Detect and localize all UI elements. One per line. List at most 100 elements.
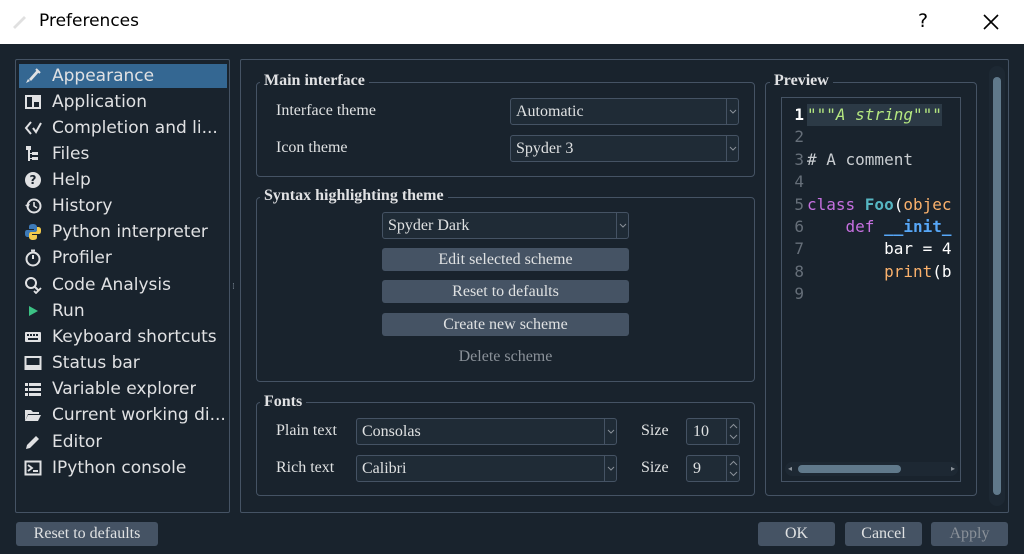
- reset-to-defaults-button[interactable]: Reset to defaults: [16, 522, 158, 546]
- code-text: class Foo(objec: [807, 194, 952, 216]
- stopwatch-icon: [23, 248, 43, 268]
- spin-arrows-icon[interactable]: [726, 419, 739, 444]
- completion-icon: [23, 118, 43, 138]
- icon-theme-label: Icon theme: [276, 139, 348, 156]
- scroll-left-icon[interactable]: ◂: [788, 464, 792, 473]
- ok-button[interactable]: OK: [758, 522, 835, 546]
- nav-item-label: Completion and li...: [52, 118, 218, 138]
- code-text: # A comment: [807, 149, 913, 171]
- apply-button[interactable]: Apply: [931, 522, 1008, 546]
- code-token: """A string""": [807, 105, 942, 124]
- help-button[interactable]: ?: [913, 8, 933, 34]
- nav-item-variable-explorer[interactable]: Variable explorer: [19, 377, 227, 401]
- scroll-right-icon[interactable]: ▸: [951, 464, 955, 473]
- pencil-icon: [23, 432, 43, 452]
- plain-font-combo[interactable]: Consolas: [356, 418, 617, 445]
- code-line: 3 # A comment: [782, 149, 960, 171]
- line-number: 5: [794, 194, 804, 214]
- nav-item-status-bar[interactable]: Status bar: [19, 351, 227, 375]
- edit-scheme-button[interactable]: Edit selected scheme: [382, 248, 629, 271]
- chevron-down-icon: [616, 213, 628, 238]
- icon-theme-value: Spyder 3: [516, 140, 574, 157]
- folder-open-icon: [23, 405, 43, 425]
- code-line: 6 def __init_: [782, 216, 960, 238]
- code-token: (: [893, 194, 904, 214]
- nav-item-editor[interactable]: Editor: [19, 430, 227, 454]
- syntax-scheme-combo[interactable]: Spyder Dark: [382, 212, 629, 239]
- spyder-app-icon: [13, 16, 26, 29]
- nav-item-keyboard-shortcuts[interactable]: Keyboard shortcuts: [19, 325, 227, 349]
- code-line: 4: [782, 171, 960, 193]
- nav-item-label: History: [52, 196, 113, 216]
- nav-item-appearance[interactable]: Appearance: [19, 64, 227, 88]
- line-number: 3: [794, 149, 804, 169]
- code-text: def __init_: [807, 216, 952, 238]
- chevron-down-icon: [726, 136, 738, 161]
- nav-item-files[interactable]: Files: [19, 142, 227, 166]
- keyboard-icon: [23, 327, 43, 347]
- nav-item-label: IPython console: [52, 458, 187, 478]
- line-number: 8: [794, 261, 804, 281]
- help-circle-icon: ?: [23, 170, 43, 190]
- fonts-title: Fonts: [260, 393, 307, 411]
- nav-item-help[interactable]: ? Help: [19, 168, 227, 192]
- nav-item-run[interactable]: Run: [19, 299, 227, 323]
- nav-item-code-analysis[interactable]: Code Analysis: [19, 273, 227, 297]
- cancel-button[interactable]: Cancel: [845, 522, 922, 546]
- nav-item-profiler[interactable]: Profiler: [19, 246, 227, 270]
- main-interface-group: [256, 82, 755, 177]
- rich-text-label: Rich text: [276, 459, 335, 476]
- window-title: Preferences: [39, 11, 139, 31]
- code-token: objec: [903, 194, 952, 214]
- rich-font-combo[interactable]: Calibri: [356, 455, 617, 482]
- code-token: def: [807, 217, 885, 236]
- nav-item-label: Run: [52, 301, 85, 321]
- delete-scheme-button[interactable]: Delete scheme: [382, 345, 629, 368]
- nav-item-python-interpreter[interactable]: Python interpreter: [19, 220, 227, 244]
- interface-theme-label: Interface theme: [276, 102, 376, 119]
- code-token: __init_: [884, 217, 952, 236]
- create-scheme-button[interactable]: Create new scheme: [382, 313, 629, 336]
- nav-item-label: Code Analysis: [52, 275, 171, 295]
- statusbar-icon: [23, 353, 43, 373]
- scrollbar-thumb[interactable]: [798, 465, 901, 473]
- code-line: 2: [782, 126, 960, 148]
- nav-item-label: Files: [52, 144, 90, 164]
- nav-item-completion[interactable]: Completion and li...: [19, 116, 227, 140]
- title-bar: Preferences ?: [0, 0, 1024, 44]
- paintbrush-icon: [23, 66, 43, 86]
- close-button[interactable]: [978, 9, 1004, 35]
- code-token: (b: [932, 261, 952, 281]
- nav-item-label: Editor: [52, 432, 103, 452]
- line-number: 4: [794, 172, 804, 192]
- plain-size-spinbox[interactable]: 10: [686, 418, 740, 445]
- preview-editor[interactable]: 1 """A string""" 2 3 # A comment 4 5 class Foo(…: [781, 97, 961, 482]
- chevron-down-icon: [726, 99, 738, 124]
- nav-item-label: Appearance: [52, 66, 155, 86]
- reset-scheme-button[interactable]: Reset to defaults: [382, 280, 629, 303]
- splitter-handle[interactable]: ⁞: [232, 282, 236, 292]
- plain-size-value: 10: [693, 423, 709, 440]
- code-line: 5 class Foo(objec: [782, 194, 960, 216]
- rich-size-label: Size: [641, 459, 669, 476]
- nav-item-current-working-directory[interactable]: Current working di...: [19, 403, 227, 427]
- window-layout-icon: [23, 92, 43, 112]
- icon-theme-combo[interactable]: Spyder 3: [510, 135, 739, 162]
- nav-item-ipython-console[interactable]: IPython console: [19, 456, 227, 480]
- settings-vertical-scrollbar[interactable]: [989, 66, 1005, 506]
- main-interface-title: Main interface: [260, 72, 369, 90]
- nav-item-application[interactable]: Application: [19, 90, 227, 114]
- spin-arrows-icon[interactable]: [726, 456, 739, 481]
- interface-theme-combo[interactable]: Automatic: [510, 98, 739, 125]
- code-token: # A comment: [807, 149, 913, 169]
- nav-item-label: Python interpreter: [52, 222, 208, 242]
- preferences-page-list[interactable]: Appearance Application Completion and li…: [15, 59, 230, 513]
- chevron-down-icon: [604, 456, 616, 481]
- code-line: 8 print(b: [782, 261, 960, 283]
- scrollbar-thumb[interactable]: [993, 77, 1001, 495]
- preview-horizontal-scrollbar[interactable]: ◂ ▸: [785, 462, 958, 476]
- rich-size-spinbox[interactable]: 9: [686, 455, 740, 482]
- nav-item-history[interactable]: History: [19, 194, 227, 218]
- code-analysis-icon: [23, 275, 43, 295]
- plain-font-value: Consolas: [362, 423, 421, 440]
